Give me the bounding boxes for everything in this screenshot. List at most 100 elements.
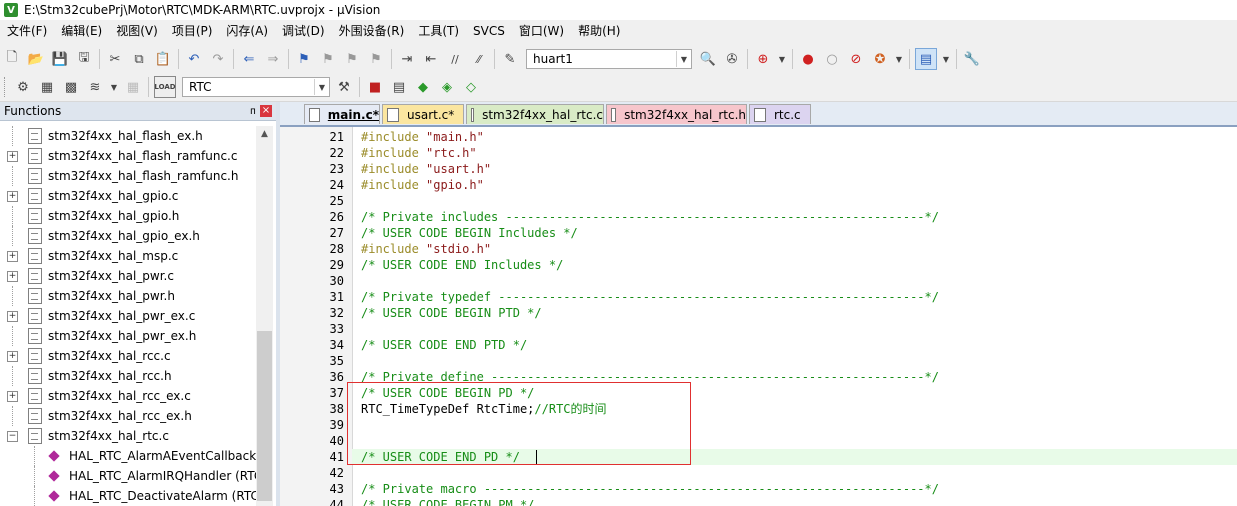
code-line[interactable]: 38 RTC_TimeTypeDef RtcTime;//RTC的时间 — [280, 401, 1237, 417]
function-item[interactable]: HAL_RTC_DeactivateAlarm (RTC_ — [0, 486, 256, 506]
incremental-find-icon[interactable]: ✇ — [722, 49, 742, 69]
expand-icon[interactable]: + — [7, 150, 18, 162]
function-item[interactable]: HAL_RTC_AlarmAEventCallback ( — [0, 446, 256, 466]
redo-icon[interactable]: ↷ — [208, 49, 228, 69]
file-item[interactable]: stm32f4xx_hal_rcc_ex.h — [0, 406, 256, 426]
code-line[interactable]: 36 /* Private define --------------------… — [280, 369, 1237, 385]
file-item[interactable]: + stm32f4xx_hal_gpio.c — [0, 186, 256, 206]
code-line[interactable]: 22 #include "rtc.h" — [280, 145, 1237, 161]
batch-build-icon[interactable]: ≋ — [85, 77, 105, 97]
file-item[interactable]: + stm32f4xx_hal_msp.c — [0, 246, 256, 266]
chevron-down-icon[interactable]: ▼ — [941, 49, 951, 69]
code-line[interactable]: 40 — [280, 433, 1237, 449]
scroll-thumb[interactable] — [257, 331, 272, 501]
chevron-down-icon[interactable]: ▼ — [777, 49, 787, 69]
uncomment-icon[interactable]: ⁄⁄ — [469, 49, 489, 69]
code-line[interactable]: 44 /* USER CODE BEGIN PM */ — [280, 497, 1237, 506]
code-line[interactable]: 42 — [280, 465, 1237, 481]
file-item[interactable]: stm32f4xx_hal_gpio_ex.h — [0, 226, 256, 246]
menu-item[interactable]: 闪存(A) — [219, 20, 275, 43]
file-item[interactable]: stm32f4xx_hal_gpio.h — [0, 206, 256, 226]
unindent-icon[interactable]: ⇤ — [421, 49, 441, 69]
translate-icon[interactable]: ⚙ — [13, 77, 33, 97]
menu-item[interactable]: SVCS — [466, 20, 512, 43]
new-file-icon[interactable]: 🗋 — [2, 49, 22, 69]
file-item[interactable]: stm32f4xx_hal_pwr_ex.h — [0, 326, 256, 346]
debug-start-icon[interactable]: ⊕ — [753, 49, 773, 69]
window-layout-icon[interactable]: ▤ — [915, 48, 937, 70]
target-combo[interactable]: RTC ▼ — [182, 77, 330, 97]
menu-item[interactable]: 项目(P) — [165, 20, 220, 43]
expand-icon[interactable]: + — [7, 190, 18, 202]
file-item[interactable]: + stm32f4xx_hal_flash_ramfunc.c — [0, 146, 256, 166]
menu-item[interactable]: 调试(D) — [275, 20, 332, 43]
menu-item[interactable]: 工具(T) — [411, 20, 466, 43]
stop-build-icon[interactable]: ▦ — [123, 77, 143, 97]
expand-icon[interactable]: + — [7, 270, 18, 282]
manage-components-icon[interactable]: ■ — [365, 77, 385, 97]
editor-tab[interactable]: usart.c* — [382, 104, 464, 124]
expand-icon[interactable]: + — [7, 310, 18, 322]
close-icon[interactable]: × — [260, 105, 272, 117]
build-icon[interactable]: ▦ — [37, 77, 57, 97]
bookmark-icon[interactable]: ⚑ — [294, 49, 314, 69]
comment-icon[interactable]: // — [445, 49, 465, 69]
code-line[interactable]: 32 /* USER CODE BEGIN PTD */ — [280, 305, 1237, 321]
collapse-icon[interactable]: − — [7, 430, 18, 442]
rte-icon[interactable]: ◇ — [461, 77, 481, 97]
code-line[interactable]: 34 /* USER CODE END PTD */ — [280, 337, 1237, 353]
vertical-scrollbar[interactable]: ▲ — [256, 126, 273, 506]
breakpoint-disable-icon[interactable]: ○ — [822, 49, 842, 69]
editor-tab[interactable]: rtc.c — [749, 104, 811, 124]
copy-icon[interactable]: ⧉ — [129, 49, 149, 69]
code-line[interactable]: 41 /* USER CODE END PD */ — [330, 449, 1237, 465]
file-extensions-icon[interactable]: ▤ — [389, 77, 409, 97]
code-line[interactable]: 24 #include "gpio.h" — [280, 177, 1237, 193]
find-combo[interactable]: huart1 ▼ — [526, 49, 692, 69]
menu-item[interactable]: 外围设备(R) — [332, 20, 412, 43]
code-line[interactable]: 29 /* USER CODE END Includes */ — [280, 257, 1237, 273]
code-line[interactable]: 31 /* Private typedef -------------------… — [280, 289, 1237, 305]
code-line[interactable]: 25 — [280, 193, 1237, 209]
bookmark-clear-icon[interactable]: ⚑ — [366, 49, 386, 69]
code-line[interactable]: 39 — [280, 417, 1237, 433]
indent-icon[interactable]: ⇥ — [397, 49, 417, 69]
file-item[interactable]: + stm32f4xx_hal_rcc_ex.c — [0, 386, 256, 406]
scroll-up-arrow-icon[interactable]: ▲ — [256, 126, 273, 143]
file-item[interactable]: stm32f4xx_hal_flash_ramfunc.h — [0, 166, 256, 186]
menu-item[interactable]: 编辑(E) — [54, 20, 109, 43]
code-line[interactable]: 21 #include "main.h" — [280, 129, 1237, 145]
editor-tab[interactable]: stm32f4xx_hal_rtc.h — [606, 104, 747, 124]
chevron-down-icon[interactable]: ▼ — [109, 77, 119, 97]
breakpoint-kill-all-icon[interactable]: ✪ — [870, 49, 890, 69]
code-line[interactable]: 30 — [280, 273, 1237, 289]
target-options-icon[interactable]: ⚒ — [334, 77, 354, 97]
menu-item[interactable]: 窗口(W) — [512, 20, 571, 43]
save-all-icon[interactable]: 🖫 — [74, 49, 94, 69]
code-line[interactable]: 23 #include "usart.h" — [280, 161, 1237, 177]
paste-icon[interactable]: 📋 — [153, 49, 173, 69]
editor-tab[interactable]: main.c* — [304, 104, 380, 124]
menu-item[interactable]: 文件(F) — [0, 20, 54, 43]
bookmark-prev-icon[interactable]: ⚑ — [318, 49, 338, 69]
chevron-down-icon[interactable]: ▼ — [676, 51, 691, 67]
select-software-packs-icon[interactable]: ◈ — [437, 77, 457, 97]
cut-icon[interactable]: ✂ — [105, 49, 125, 69]
breakpoint-kill-icon[interactable]: ⊘ — [846, 49, 866, 69]
expand-icon[interactable]: + — [7, 390, 18, 402]
toolbar-grip[interactable] — [4, 77, 8, 97]
expand-icon[interactable]: + — [7, 350, 18, 362]
file-item[interactable]: − stm32f4xx_hal_rtc.c — [0, 426, 256, 446]
find-icon[interactable]: 🔍 — [698, 49, 718, 69]
rebuild-icon[interactable]: ▩ — [61, 77, 81, 97]
load-icon[interactable]: LOAD — [154, 76, 176, 98]
file-item[interactable]: + stm32f4xx_hal_rcc.c — [0, 346, 256, 366]
code-line[interactable]: 35 — [280, 353, 1237, 369]
pack-installer-icon[interactable]: ◆ — [413, 77, 433, 97]
editor-tab[interactable]: stm32f4xx_hal_rtc.c — [466, 104, 604, 124]
code-line[interactable]: 26 /* Private includes ------------------… — [280, 209, 1237, 225]
menu-item[interactable]: 帮助(H) — [571, 20, 627, 43]
chevron-down-icon[interactable]: ▼ — [314, 79, 329, 95]
code-line[interactable]: 27 /* USER CODE BEGIN Includes */ — [280, 225, 1237, 241]
bookmark-next-icon[interactable]: ⚑ — [342, 49, 362, 69]
